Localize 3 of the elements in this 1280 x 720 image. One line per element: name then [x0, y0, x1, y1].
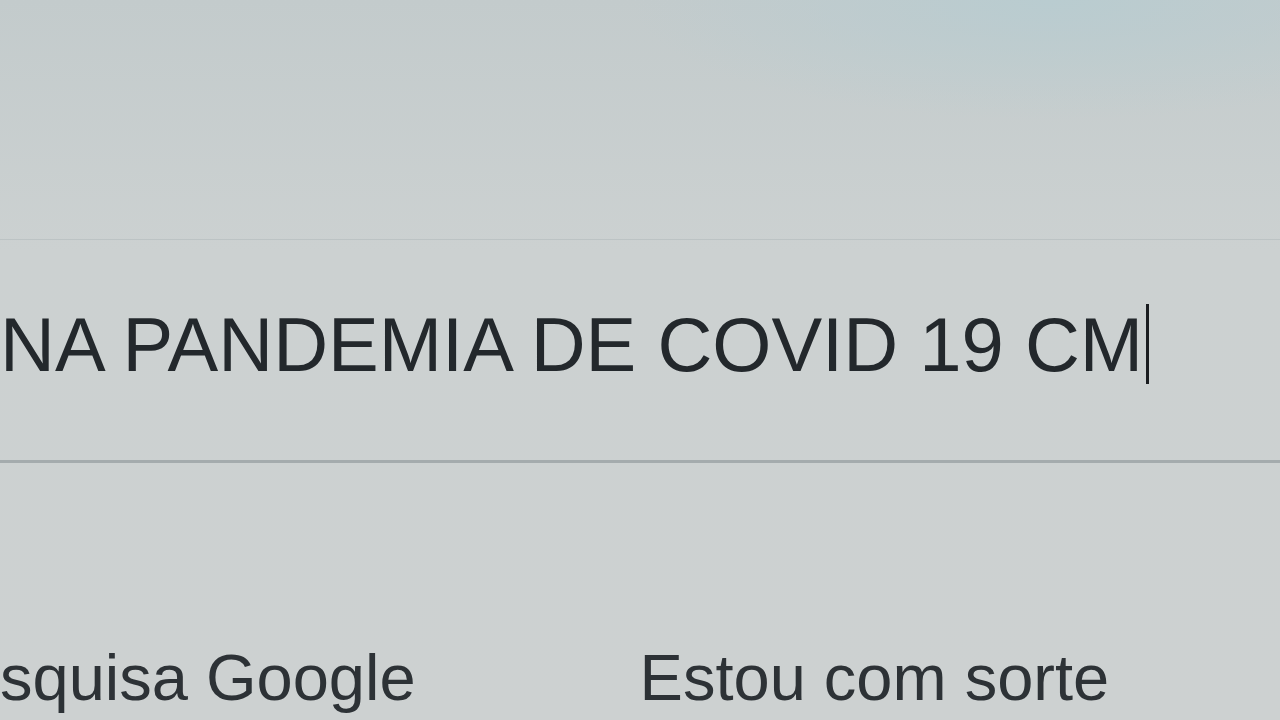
search-button[interactable]: Estou com sorte: [639, 643, 1110, 712]
search-button[interactable]: squisa Google: [0, 643, 416, 712]
search-field[interactable]: NA PANDEMIA DE COVID 19 CM: [0, 239, 1280, 463]
